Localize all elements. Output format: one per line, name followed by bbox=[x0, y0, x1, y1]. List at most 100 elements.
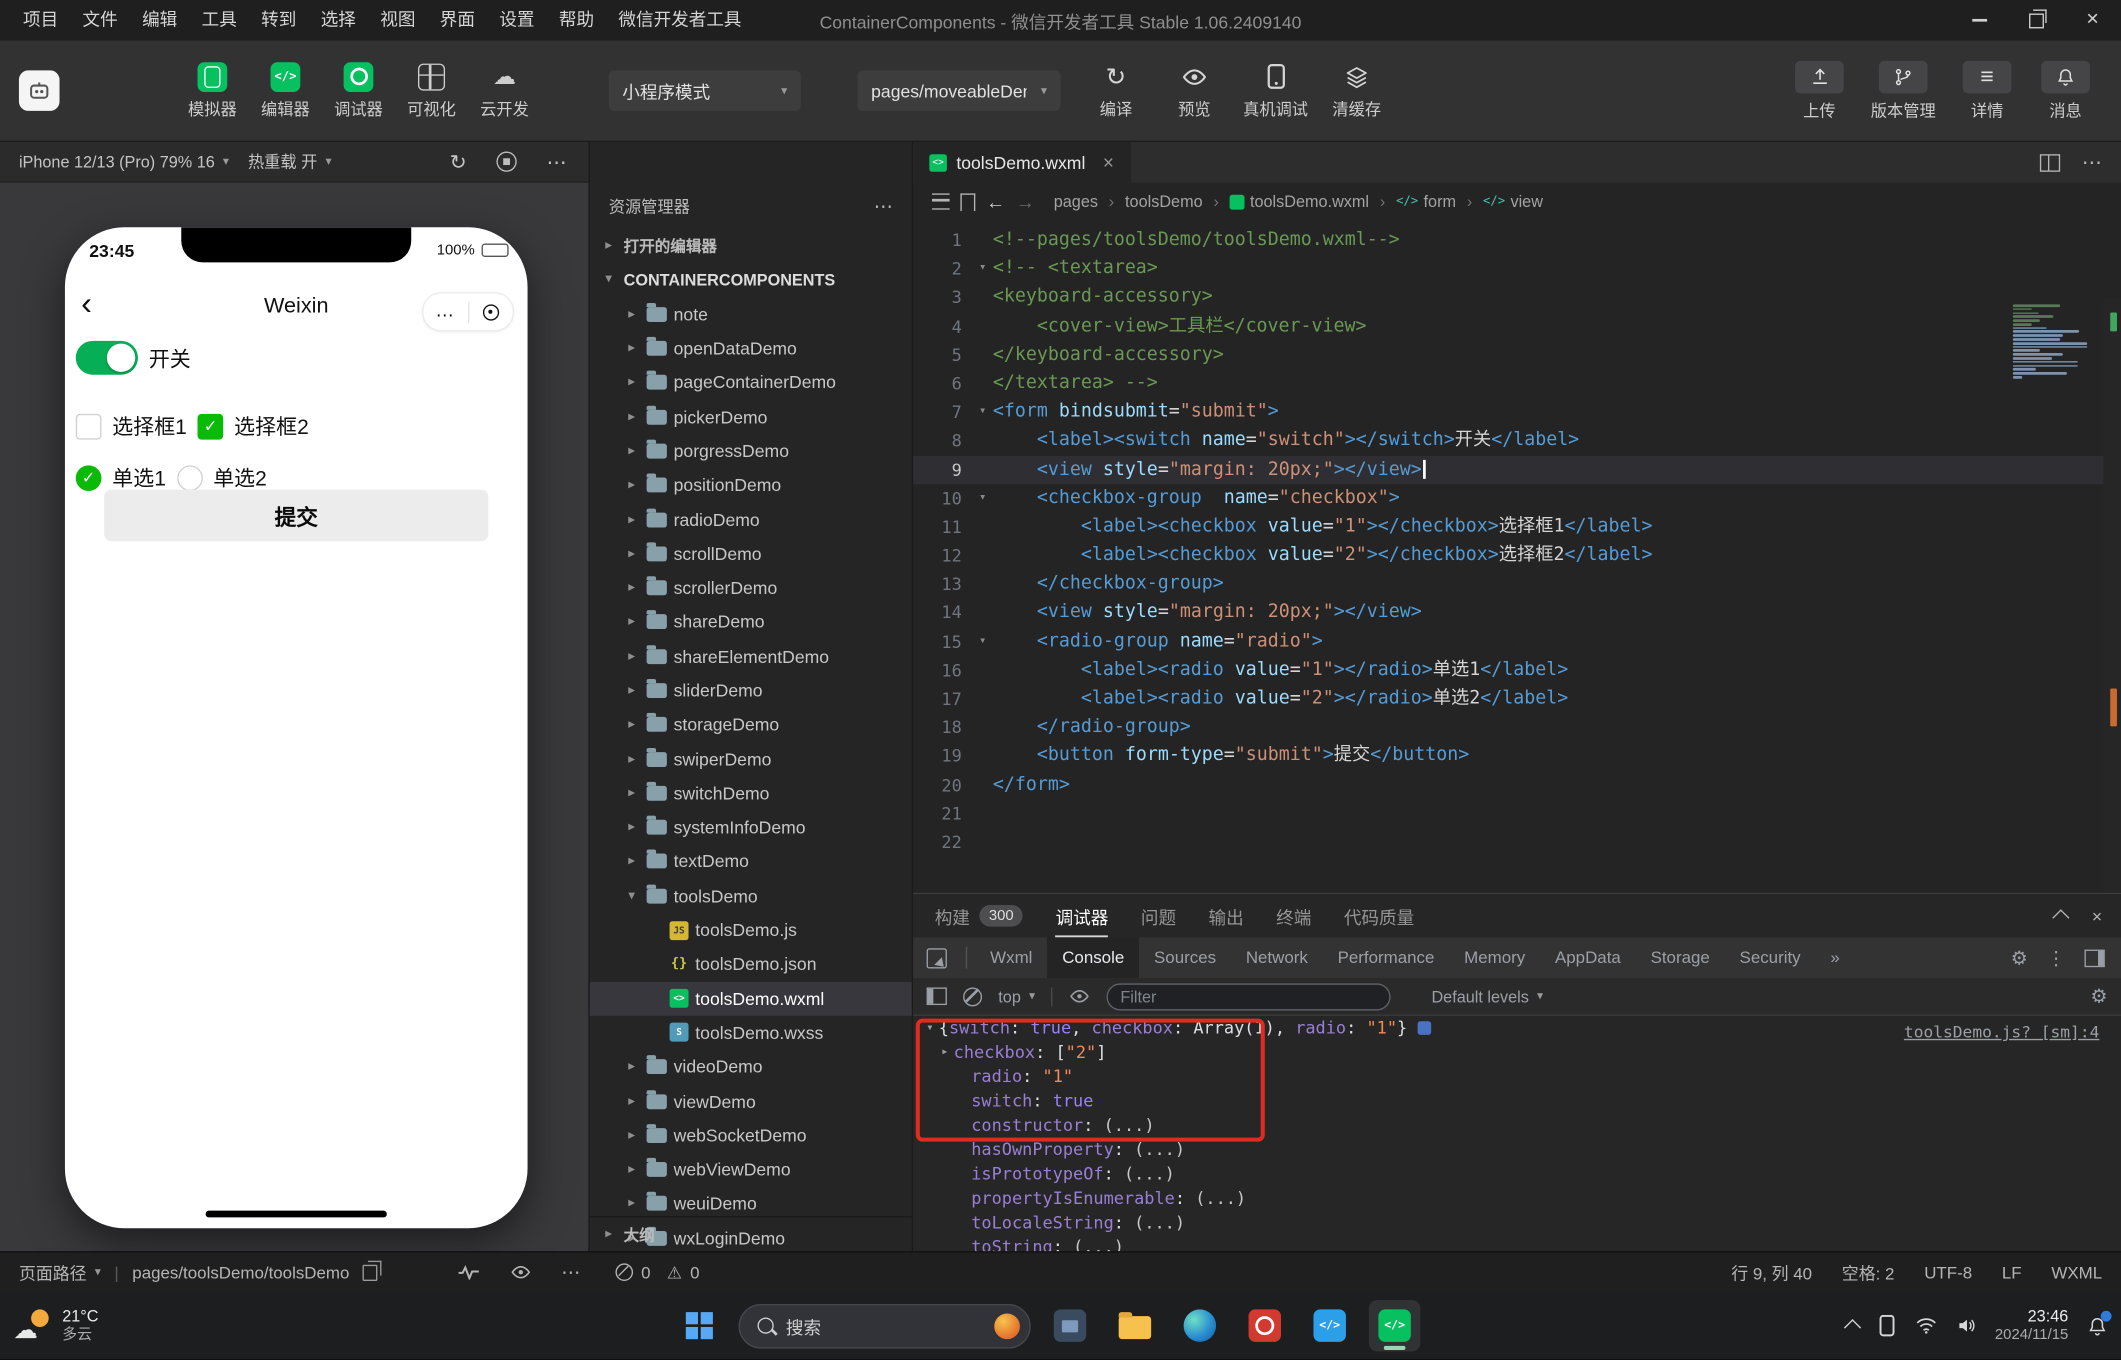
close-button[interactable]: × bbox=[2064, 0, 2121, 41]
tree-item[interactable]: ▸ textDemo bbox=[590, 845, 912, 879]
toggle-down-icon[interactable]: ▾ bbox=[921, 1016, 939, 1040]
devtools-tab[interactable]: Wxml bbox=[975, 937, 1047, 978]
log-levels-select[interactable]: Default levels ▾ bbox=[1431, 987, 1543, 1006]
menu-item[interactable]: 项目 bbox=[11, 0, 71, 41]
version-control-button[interactable]: 版本管理 bbox=[1861, 60, 1945, 121]
performance-pulse-icon[interactable] bbox=[457, 1264, 480, 1280]
submit-button[interactable]: 提交 bbox=[104, 489, 489, 542]
checkbox-2[interactable]: ✓ bbox=[197, 413, 224, 439]
code-line[interactable]: 7 ▾ <form bindsubmit="submit"> bbox=[913, 398, 2121, 427]
more-icon[interactable]: ⋯ bbox=[546, 149, 566, 174]
menu-item[interactable]: 界面 bbox=[428, 0, 488, 41]
radio-2[interactable] bbox=[176, 464, 203, 491]
page-path-value[interactable]: pages/toolsDemo/toolsDemo bbox=[132, 1263, 349, 1282]
kebab-menu-icon[interactable]: ⋮ bbox=[2047, 946, 2066, 969]
code-line[interactable]: 16 <label><radio value="1"></radio>单选1</… bbox=[913, 656, 2121, 685]
console-sidebar-icon[interactable] bbox=[926, 987, 947, 1006]
breadcrumb-item[interactable]: toolsDemo bbox=[1125, 192, 1203, 211]
code-line[interactable]: 4 <cover-view>工具栏</cover-view> bbox=[913, 312, 2121, 341]
panel-tab[interactable]: 代码质量 bbox=[1344, 894, 1414, 937]
menu-item[interactable]: 微信开发者工具 bbox=[606, 0, 753, 41]
tree-item[interactable]: ▸ viewDemo bbox=[590, 1084, 912, 1118]
close-panel-icon[interactable]: × bbox=[2092, 906, 2102, 926]
code-line[interactable]: 3 <keyboard-accessory> bbox=[913, 283, 2121, 312]
console-line[interactable]: toString: (...) bbox=[946, 1235, 2121, 1252]
code-line[interactable]: 19 <button form-type="submit">提交</button… bbox=[913, 742, 2121, 771]
code-line[interactable]: 18 </radio-group> bbox=[913, 713, 2121, 742]
code-line[interactable]: 6 </textarea> --> bbox=[913, 369, 2121, 398]
code-line[interactable]: 11 <label><checkbox value="1"></checkbox… bbox=[913, 513, 2121, 542]
tree-item[interactable]: ▸ 打开的编辑器 bbox=[590, 229, 912, 263]
start-button[interactable] bbox=[674, 1300, 725, 1351]
split-editor-icon[interactable] bbox=[2039, 153, 2061, 172]
tree-item[interactable]: ▸ porgressDemo bbox=[590, 434, 912, 468]
tree-item[interactable]: <> toolsDemo.wxml bbox=[589, 981, 912, 1016]
simulator-button[interactable]: 模拟器 bbox=[176, 61, 249, 120]
menu-item[interactable]: 编辑 bbox=[130, 0, 190, 41]
avatar[interactable] bbox=[18, 70, 60, 111]
console-line[interactable]: propertyIsEnumerable: (...) bbox=[946, 1186, 2121, 1210]
tree-item[interactable]: ▸ pageContainerDemo bbox=[590, 365, 912, 399]
inspect-element-icon[interactable] bbox=[926, 947, 947, 968]
dock-side-icon[interactable] bbox=[2084, 948, 2105, 967]
menu-item[interactable]: 转到 bbox=[249, 0, 309, 41]
visualization-button[interactable]: 可视化 bbox=[395, 62, 468, 120]
cloud-dev-button[interactable]: ☁ 云开发 bbox=[468, 62, 541, 120]
code-line[interactable]: 10 ▾ <checkbox-group name="checkbox"> bbox=[913, 484, 2121, 513]
panel-tab[interactable]: 输出 bbox=[1209, 894, 1244, 937]
devtools-tab[interactable]: Console bbox=[1047, 937, 1140, 979]
menu-item[interactable]: 帮助 bbox=[547, 0, 607, 41]
tree-item[interactable]: ▸ positionDemo bbox=[590, 468, 912, 502]
tab-toolsdemo-wxml[interactable]: <> toolsDemo.wxml × bbox=[913, 142, 1131, 183]
volume-icon[interactable] bbox=[1956, 1316, 1976, 1335]
statusbar-item[interactable]: 空格: 2 bbox=[1842, 1259, 1895, 1285]
statusbar-item[interactable]: WXML bbox=[2051, 1263, 2102, 1282]
console-line[interactable]: hasOwnProperty: (...) bbox=[946, 1138, 2121, 1162]
tree-item[interactable]: StoolsDemo.wxss bbox=[590, 1016, 912, 1050]
code-line[interactable]: 20 </form> bbox=[913, 770, 2121, 799]
preview-button[interactable]: 预览 bbox=[1155, 62, 1233, 120]
code-line[interactable]: 9 <view style="margin: 20px;"></view> bbox=[913, 455, 2121, 484]
statusbar-item[interactable]: 行 9, 列 40 bbox=[1731, 1259, 1812, 1285]
code-line[interactable]: 15 ▾ <radio-group name="radio"> bbox=[913, 627, 2121, 656]
taskbar-app-red[interactable] bbox=[1239, 1300, 1290, 1351]
tree-item[interactable]: JS toolsDemo.js bbox=[590, 913, 912, 947]
taskbar-search[interactable]: 搜索 bbox=[738, 1303, 1031, 1348]
refresh-icon[interactable]: ↻ bbox=[450, 149, 467, 174]
devtools-tab[interactable]: Security bbox=[1725, 937, 1816, 978]
collapse-panel-icon[interactable] bbox=[2052, 908, 2070, 926]
page-path-select[interactable]: 页面路径 ▾ bbox=[19, 1259, 101, 1285]
editor-scrollbar[interactable] bbox=[2103, 298, 2121, 893]
mode-select[interactable]: 小程序模式 ▾ bbox=[608, 70, 801, 111]
copy-path-icon[interactable] bbox=[362, 1260, 382, 1281]
tree-item[interactable]: ▸ shareElementDemo bbox=[590, 639, 912, 673]
tree-item[interactable]: {} toolsDemo.json bbox=[590, 947, 912, 981]
breadcrumb-item[interactable]: pages bbox=[1054, 192, 1098, 211]
console-line[interactable]: ▸ checkbox: ["2"] bbox=[928, 1040, 2121, 1064]
nav-back-icon[interactable]: ← bbox=[986, 191, 1005, 213]
outline-list-icon[interactable] bbox=[932, 193, 950, 210]
menu-item[interactable]: 文件 bbox=[70, 0, 130, 41]
panel-tab[interactable]: 调试器 bbox=[1056, 894, 1109, 937]
devtools-tab[interactable]: Memory bbox=[1449, 937, 1540, 978]
problems-indicator[interactable]: 0 ⚠ 0 bbox=[615, 1262, 700, 1282]
hot-reload-toggle[interactable]: 热重载 开 ▾ bbox=[248, 150, 332, 173]
tree-item[interactable]: ▸ systemInfoDemo bbox=[590, 810, 912, 844]
tree-item[interactable]: ▸ pickerDemo bbox=[590, 400, 912, 434]
tree-item[interactable]: ▸ note bbox=[590, 297, 912, 331]
code-line[interactable]: 8 <label><switch name="switch"></switch>… bbox=[913, 427, 2121, 456]
devtools-tab[interactable]: Network bbox=[1231, 937, 1323, 978]
details-button[interactable]: ≡ 详情 bbox=[1951, 60, 2024, 121]
device-debug-button[interactable]: 真机调试 bbox=[1234, 62, 1318, 120]
tree-item[interactable]: ▾ CONTAINERCOMPONENTS bbox=[590, 263, 912, 297]
code-editor[interactable]: 1 <!--pages/toolsDemo/toolsDemo.wxml--> 2 ▾… bbox=[913, 220, 2121, 893]
console-source-link[interactable]: toolsDemo.js? [sm]:4 bbox=[1904, 1023, 2099, 1042]
breadcrumb-item[interactable]: </> form bbox=[1396, 192, 1456, 211]
code-line[interactable]: 22 bbox=[913, 828, 2121, 857]
panel-tab[interactable]: 问题 bbox=[1141, 894, 1176, 937]
page-select[interactable]: pages/moveableDem... ▾ bbox=[857, 70, 1061, 111]
device-select[interactable]: iPhone 12/13 (Pro) 79% 16 ▾ bbox=[19, 152, 229, 171]
network-icon[interactable] bbox=[1915, 1318, 1937, 1334]
tree-item[interactable]: ▸ shareDemo bbox=[590, 605, 912, 639]
minimize-button[interactable] bbox=[1951, 0, 2008, 41]
